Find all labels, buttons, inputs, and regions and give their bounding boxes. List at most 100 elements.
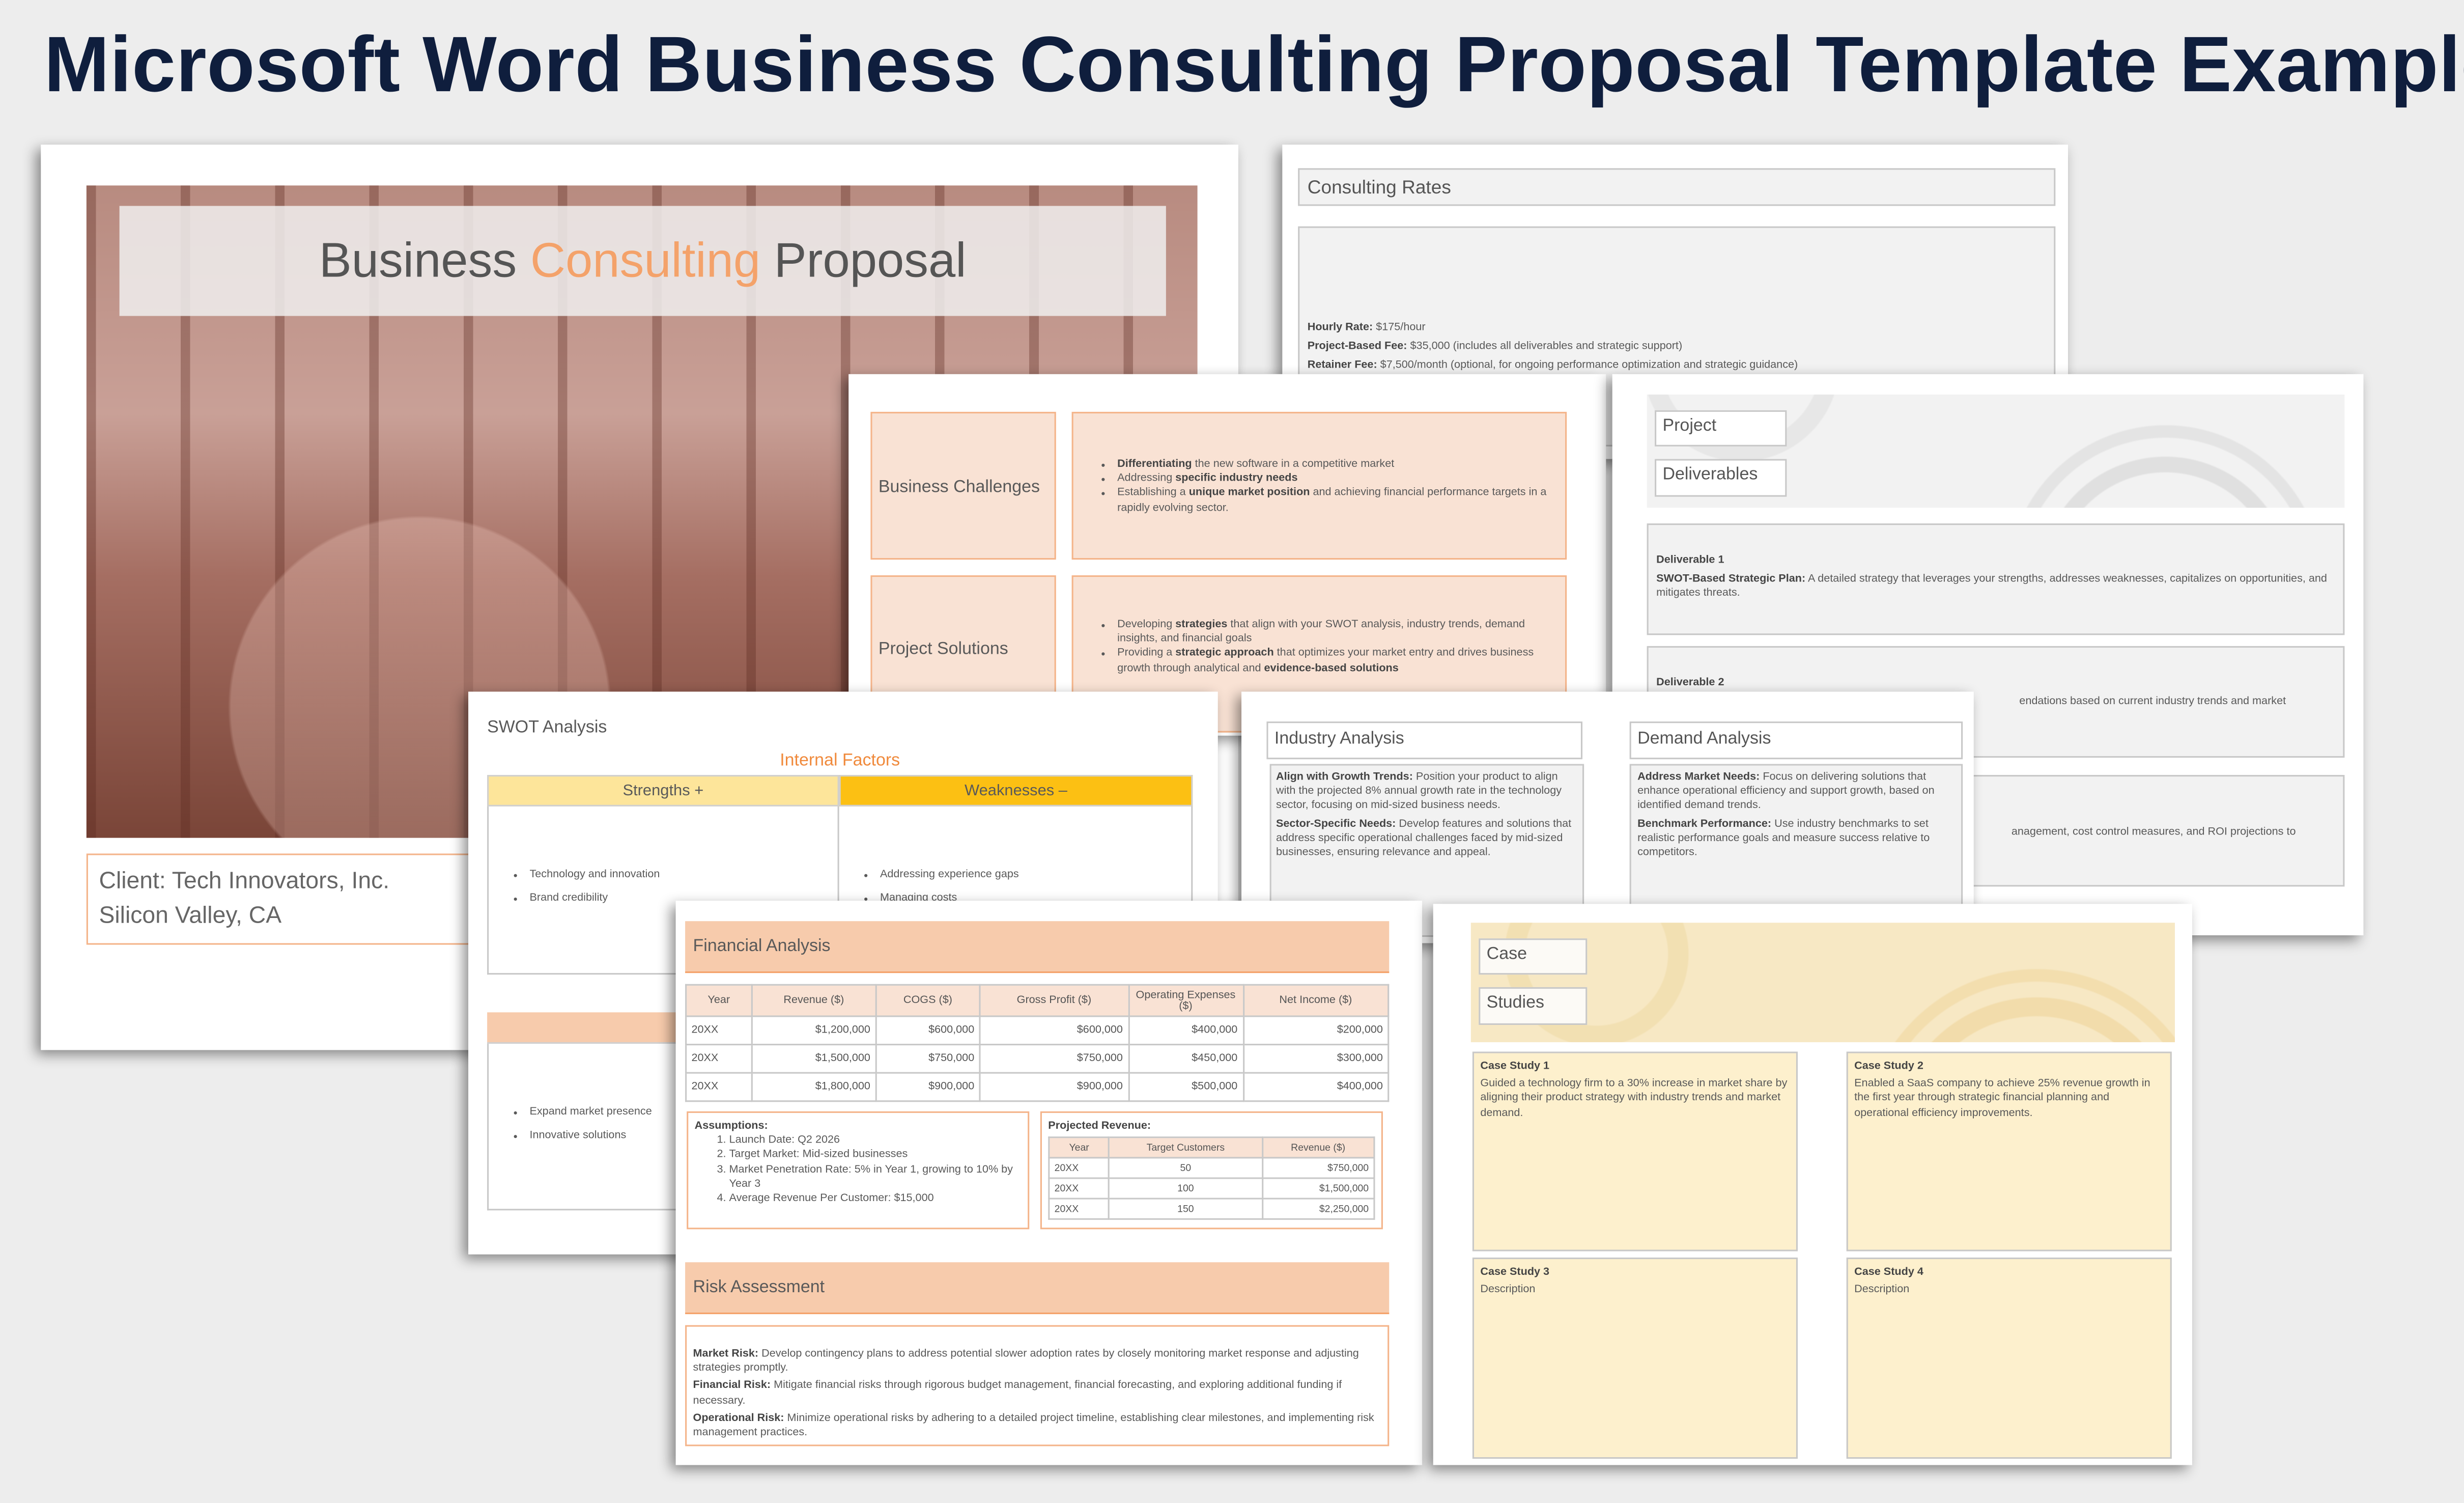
table-cell: 20XX <box>685 1015 753 1046</box>
case-study-text: Description <box>1854 1285 1910 1296</box>
solutions-list: Developing strategies that align with yo… <box>1098 618 1549 676</box>
table-cell: $1,200,000 <box>751 1015 877 1046</box>
client-box: Client: Tech Innovators, Inc. Silicon Va… <box>86 853 495 945</box>
table-cell: $500,000 <box>1127 1072 1244 1102</box>
table-cell: $1,500,000 <box>751 1044 877 1074</box>
strengths-header: Strengths + <box>487 775 839 806</box>
table-cell: 100 <box>1108 1178 1263 1200</box>
case-study-text: Guided a technology firm to a 30% increa… <box>1480 1078 1788 1119</box>
table-cell: $600,000 <box>875 1015 981 1046</box>
text: Establishing a <box>1117 488 1189 499</box>
financial-table: Year Revenue ($) COGS ($) Gross Profit (… <box>685 984 1390 1102</box>
text: Addressing <box>1117 473 1176 485</box>
case-study-1[interactable]: Case Study 1 Guided a technology firm to… <box>1472 1051 1798 1251</box>
retainer-fee: Retainer Fee: $7,500/month (optional, fo… <box>1308 359 2046 373</box>
table-cell: 150 <box>1108 1198 1263 1220</box>
bold-label: Financial Risk: <box>693 1380 771 1392</box>
industry-analysis-heading: Industry Analysis <box>1266 721 1583 760</box>
column-header: Revenue ($) <box>1261 1136 1375 1159</box>
financial-risk: Financial Risk: Mitigate financial risks… <box>693 1379 1381 1408</box>
text: Develop contingency plans to address pot… <box>693 1348 1359 1375</box>
bold-label: Retainer Fee: <box>1307 360 1377 372</box>
case-study-title: Case Study 2 <box>1854 1061 1923 1072</box>
table-cell: 20XX <box>1048 1178 1110 1200</box>
deliverable-1-box: Deliverable 1 SWOT-Based Strategic Plan:… <box>1647 523 2345 635</box>
industry-item: Sector-Specific Needs: Develop features … <box>1276 817 1578 860</box>
bullet-item: Addressing specific industry needs <box>1117 472 1549 486</box>
hourly-rate: Hourly Rate: $175/hour <box>1308 321 2046 335</box>
weaknesses-header: Weaknesses – <box>839 775 1193 806</box>
bold-label: Market Risk: <box>693 1348 759 1360</box>
project-heading: Project <box>1655 410 1787 447</box>
deliverable-3-text: anagement, cost control measures, and RO… <box>2011 826 2296 838</box>
rates-heading: Consulting Rates <box>1298 168 2056 206</box>
challenges-content: Differentiating the new software in a co… <box>1071 411 1567 560</box>
deliverable-1-title: Deliverable 1 <box>1656 554 1724 566</box>
financial-rows: 20XX $1,200,000 $600,000 $600,000 $400,000 $2… <box>685 1015 1390 1102</box>
column-header: COGS ($) <box>875 984 981 1017</box>
demand-item: Benchmark Performance: Use industry benc… <box>1637 817 1955 860</box>
column-header: Revenue ($) <box>751 984 877 1017</box>
demand-item: Address Market Needs: Focus on deliverin… <box>1637 770 1955 814</box>
table-row: 20XX 50 $750,000 <box>1048 1157 1375 1180</box>
table-row: 20XX $1,500,000 $750,000 $750,000 $450,000 $3… <box>685 1044 1390 1074</box>
cover-title-word: Proposal <box>774 232 967 288</box>
bold-label: Align with Growth Trends: <box>1276 771 1413 783</box>
table-cell: $900,000 <box>875 1072 981 1102</box>
table-cell: $900,000 <box>979 1072 1129 1102</box>
list-item: Target Market: Mid-sized businesses <box>729 1148 1022 1162</box>
table-row: 20XX 100 $1,500,000 <box>1048 1178 1375 1200</box>
deliverable-2-title: Deliverable 2 <box>1656 677 1724 689</box>
table-cell: $750,000 <box>979 1044 1129 1074</box>
table-row: 20XX $1,800,000 $900,000 $900,000 $500,000 $4… <box>685 1072 1390 1102</box>
table-cell: $2,250,000 <box>1261 1198 1375 1220</box>
bold-label: Project-Based Fee: <box>1307 341 1407 353</box>
column-header: Year <box>685 984 753 1017</box>
projected-revenue-table: Year Target Customers Revenue ($) 20XX 50… <box>1048 1136 1375 1220</box>
bold-label: Operational Risk: <box>693 1412 784 1424</box>
table-cell: 20XX <box>685 1044 753 1074</box>
column-header: Target Customers <box>1108 1136 1263 1159</box>
table-cell: 20XX <box>685 1072 753 1102</box>
text: Developing <box>1117 619 1176 631</box>
challenges-page: Business Challenges Differentiating the … <box>848 374 1606 736</box>
case-study-3[interactable]: Case Study 3 Description <box>1472 1257 1798 1459</box>
case-study-2[interactable]: Case Study 2 Enabled a SaaS company to a… <box>1846 1051 2172 1251</box>
bold-label: Sector-Specific Needs: <box>1276 818 1396 829</box>
list-item: Launch Date: Q2 2026 <box>729 1134 1022 1148</box>
bold-label: strategies <box>1175 619 1228 631</box>
bold-label: specific industry needs <box>1175 473 1298 485</box>
swot-heading: SWOT Analysis <box>487 718 607 737</box>
text: Mitigate financial risks through rigorou… <box>693 1380 1342 1407</box>
deliverables-heading: Deliverables <box>1655 459 1787 497</box>
case-study-4[interactable]: Case Study 4 Description <box>1846 1257 2172 1459</box>
column-header: Operating Expenses ($) <box>1127 984 1244 1017</box>
project-fee: Project-Based Fee: $35,000 (includes all… <box>1308 340 2046 354</box>
cover-title-accent: Consulting <box>530 232 761 288</box>
table-cell: $450,000 <box>1127 1044 1244 1074</box>
client-name: Client: Tech Innovators, Inc. <box>99 868 390 895</box>
bullet-item: Providing a strategic approach that opti… <box>1117 647 1549 676</box>
bold-label: Benchmark Performance: <box>1637 818 1772 829</box>
business-challenges-label: Business Challenges <box>870 411 1056 560</box>
column-header: Year <box>1048 1136 1110 1159</box>
assumptions-title: Assumptions: <box>694 1121 768 1132</box>
client-location: Silicon Valley, CA <box>99 902 282 929</box>
bold-label: Address Market Needs: <box>1637 771 1760 783</box>
financial-header-row: Year Revenue ($) COGS ($) Gross Profit (… <box>685 984 1390 1017</box>
case-heading: Case <box>1479 938 1588 975</box>
projected-header-row: Year Target Customers Revenue ($) <box>1048 1136 1375 1159</box>
bold-label: strategic approach <box>1175 648 1274 659</box>
text: Minimize operational risks by adhering t… <box>693 1412 1374 1439</box>
bold-label: Hourly Rate: <box>1307 322 1373 333</box>
case-study-text: Enabled a SaaS company to achieve 25% re… <box>1854 1078 2150 1119</box>
risk-box: Market Risk: Develop contingency plans t… <box>685 1325 1390 1446</box>
bullet-item: Developing strategies that align with yo… <box>1117 618 1549 647</box>
case-studies-page: Case Studies Case Study 1 Guided a techn… <box>1433 904 2192 1465</box>
risk-assessment-heading: Risk Assessment <box>685 1262 1390 1315</box>
cover-title: Business Consulting Proposal <box>119 206 1166 316</box>
bold-label: Differentiating <box>1117 459 1192 470</box>
table-cell: 50 <box>1108 1157 1263 1180</box>
case-study-title: Case Study 1 <box>1480 1061 1550 1072</box>
table-cell: $1,500,000 <box>1261 1178 1375 1200</box>
